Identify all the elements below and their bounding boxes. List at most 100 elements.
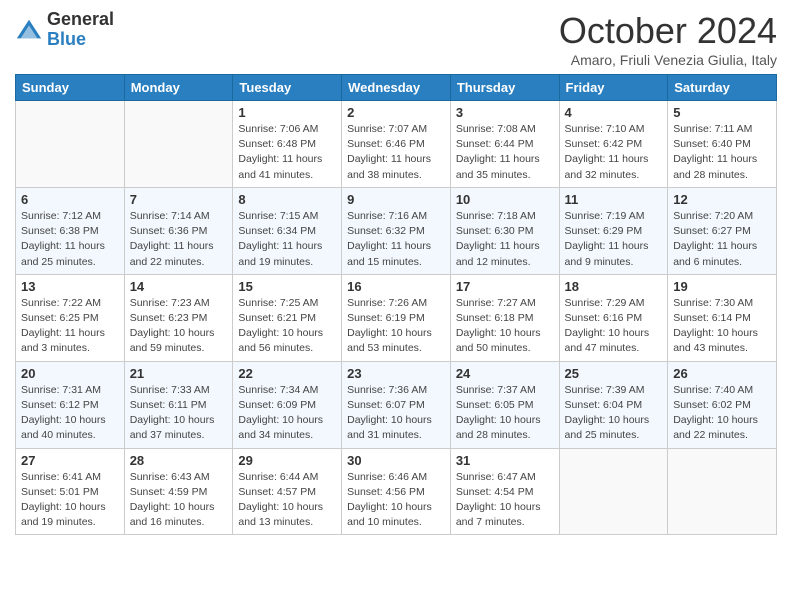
calendar-table: SundayMondayTuesdayWednesdayThursdayFrid… bbox=[15, 74, 777, 535]
column-header-sunday: Sunday bbox=[16, 75, 125, 101]
calendar-cell bbox=[668, 448, 777, 535]
calendar-cell: 6Sunrise: 7:12 AMSunset: 6:38 PMDaylight… bbox=[16, 187, 125, 274]
week-row-1: 1 Sunrise: 7:06 AMSunset: 6:48 PMDaylight… bbox=[16, 101, 777, 188]
calendar-cell: 24Sunrise: 7:37 AMSunset: 6:05 PMDayligh… bbox=[450, 361, 559, 448]
month-title: October 2024 bbox=[559, 10, 777, 52]
calendar-cell: 9Sunrise: 7:16 AMSunset: 6:32 PMDaylight… bbox=[342, 187, 451, 274]
calendar-cell: 31 Sunrise: 6:47 AMSunset: 4:54 PMDayligh… bbox=[450, 448, 559, 535]
calendar-body: 1 Sunrise: 7:06 AMSunset: 6:48 PMDaylight… bbox=[16, 101, 777, 535]
logo-icon bbox=[15, 16, 43, 44]
calendar-cell bbox=[559, 448, 668, 535]
page-header: General Blue October 2024 Amaro, Friuli … bbox=[15, 10, 777, 68]
calendar-cell: 5 Sunrise: 7:11 AMSunset: 6:40 PMDaylight… bbox=[668, 101, 777, 188]
calendar-cell: 28Sunrise: 6:43 AMSunset: 4:59 PMDayligh… bbox=[124, 448, 233, 535]
column-header-friday: Friday bbox=[559, 75, 668, 101]
day-number: 2 bbox=[347, 105, 445, 120]
subtitle: Amaro, Friuli Venezia Giulia, Italy bbox=[559, 52, 777, 68]
calendar-cell: 2 Sunrise: 7:07 AMSunset: 6:46 PMDaylight… bbox=[342, 101, 451, 188]
calendar-cell: 10Sunrise: 7:18 AMSunset: 6:30 PMDayligh… bbox=[450, 187, 559, 274]
day-info: Sunrise: 7:22 AMSunset: 6:25 PMDaylight:… bbox=[21, 296, 119, 357]
week-row-2: 6Sunrise: 7:12 AMSunset: 6:38 PMDaylight… bbox=[16, 187, 777, 274]
day-number: 4 bbox=[565, 105, 663, 120]
calendar-cell: 7 Sunrise: 7:14 AMSunset: 6:36 PMDaylight… bbox=[124, 187, 233, 274]
day-number: 18 bbox=[565, 279, 663, 294]
week-row-3: 13 Sunrise: 7:22 AMSunset: 6:25 PMDayligh… bbox=[16, 274, 777, 361]
day-number: 30 bbox=[347, 453, 445, 468]
calendar-header-row: SundayMondayTuesdayWednesdayThursdayFrid… bbox=[16, 75, 777, 101]
day-info: Sunrise: 7:11 AMSunset: 6:40 PMDaylight:… bbox=[673, 122, 771, 183]
day-number: 7 bbox=[130, 192, 228, 207]
calendar-cell: 1 Sunrise: 7:06 AMSunset: 6:48 PMDaylight… bbox=[233, 101, 342, 188]
day-info: Sunrise: 6:43 AMSunset: 4:59 PMDaylight:… bbox=[130, 470, 228, 531]
calendar-cell: 21 Sunrise: 7:33 AMSunset: 6:11 PMDayligh… bbox=[124, 361, 233, 448]
day-info: Sunrise: 7:27 AMSunset: 6:18 PMDaylight:… bbox=[456, 296, 554, 357]
day-number: 19 bbox=[673, 279, 771, 294]
day-number: 27 bbox=[21, 453, 119, 468]
calendar-cell: 29 Sunrise: 6:44 AMSunset: 4:57 PMDayligh… bbox=[233, 448, 342, 535]
day-info: Sunrise: 7:18 AMSunset: 6:30 PMDaylight:… bbox=[456, 209, 554, 270]
calendar-cell: 17 Sunrise: 7:27 AMSunset: 6:18 PMDayligh… bbox=[450, 274, 559, 361]
day-info: Sunrise: 7:06 AMSunset: 6:48 PMDaylight:… bbox=[238, 122, 336, 183]
column-header-monday: Monday bbox=[124, 75, 233, 101]
calendar-cell bbox=[124, 101, 233, 188]
day-number: 31 bbox=[456, 453, 554, 468]
column-header-wednesday: Wednesday bbox=[342, 75, 451, 101]
title-block: October 2024 Amaro, Friuli Venezia Giuli… bbox=[559, 10, 777, 68]
day-info: Sunrise: 7:23 AMSunset: 6:23 PMDaylight:… bbox=[130, 296, 228, 357]
day-number: 29 bbox=[238, 453, 336, 468]
day-info: Sunrise: 7:19 AMSunset: 6:29 PMDaylight:… bbox=[565, 209, 663, 270]
column-header-tuesday: Tuesday bbox=[233, 75, 342, 101]
calendar-cell: 8Sunrise: 7:15 AMSunset: 6:34 PMDaylight… bbox=[233, 187, 342, 274]
day-number: 21 bbox=[130, 366, 228, 381]
day-number: 13 bbox=[21, 279, 119, 294]
day-number: 1 bbox=[238, 105, 336, 120]
calendar-cell: 27 Sunrise: 6:41 AMSunset: 5:01 PMDayligh… bbox=[16, 448, 125, 535]
calendar-cell: 18 Sunrise: 7:29 AMSunset: 6:16 PMDayligh… bbox=[559, 274, 668, 361]
day-info: Sunrise: 7:20 AMSunset: 6:27 PMDaylight:… bbox=[673, 209, 771, 270]
logo: General Blue bbox=[15, 10, 114, 50]
day-info: Sunrise: 7:12 AMSunset: 6:38 PMDaylight:… bbox=[21, 209, 119, 270]
calendar-cell: 4 Sunrise: 7:10 AMSunset: 6:42 PMDaylight… bbox=[559, 101, 668, 188]
calendar-cell: 13 Sunrise: 7:22 AMSunset: 6:25 PMDayligh… bbox=[16, 274, 125, 361]
column-header-saturday: Saturday bbox=[668, 75, 777, 101]
day-info: Sunrise: 7:16 AMSunset: 6:32 PMDaylight:… bbox=[347, 209, 445, 270]
day-info: Sunrise: 7:07 AMSunset: 6:46 PMDaylight:… bbox=[347, 122, 445, 183]
day-number: 26 bbox=[673, 366, 771, 381]
day-number: 11 bbox=[565, 192, 663, 207]
day-info: Sunrise: 7:33 AMSunset: 6:11 PMDaylight:… bbox=[130, 383, 228, 444]
day-number: 22 bbox=[238, 366, 336, 381]
day-number: 16 bbox=[347, 279, 445, 294]
day-info: Sunrise: 6:44 AMSunset: 4:57 PMDaylight:… bbox=[238, 470, 336, 531]
calendar-cell: 14 Sunrise: 7:23 AMSunset: 6:23 PMDayligh… bbox=[124, 274, 233, 361]
day-number: 25 bbox=[565, 366, 663, 381]
day-info: Sunrise: 7:29 AMSunset: 6:16 PMDaylight:… bbox=[565, 296, 663, 357]
day-info: Sunrise: 7:36 AMSunset: 6:07 PMDaylight:… bbox=[347, 383, 445, 444]
day-info: Sunrise: 7:31 AMSunset: 6:12 PMDaylight:… bbox=[21, 383, 119, 444]
day-number: 23 bbox=[347, 366, 445, 381]
calendar-cell: 11 Sunrise: 7:19 AMSunset: 6:29 PMDayligh… bbox=[559, 187, 668, 274]
day-info: Sunrise: 7:39 AMSunset: 6:04 PMDaylight:… bbox=[565, 383, 663, 444]
day-number: 3 bbox=[456, 105, 554, 120]
calendar-cell: 19 Sunrise: 7:30 AMSunset: 6:14 PMDayligh… bbox=[668, 274, 777, 361]
calendar-cell: 12Sunrise: 7:20 AMSunset: 6:27 PMDayligh… bbox=[668, 187, 777, 274]
week-row-4: 20Sunrise: 7:31 AMSunset: 6:12 PMDayligh… bbox=[16, 361, 777, 448]
calendar-cell: 3Sunrise: 7:08 AMSunset: 6:44 PMDaylight… bbox=[450, 101, 559, 188]
day-number: 14 bbox=[130, 279, 228, 294]
calendar-cell: 15 Sunrise: 7:25 AMSunset: 6:21 PMDayligh… bbox=[233, 274, 342, 361]
day-info: Sunrise: 7:10 AMSunset: 6:42 PMDaylight:… bbox=[565, 122, 663, 183]
calendar-cell: 16Sunrise: 7:26 AMSunset: 6:19 PMDayligh… bbox=[342, 274, 451, 361]
day-number: 5 bbox=[673, 105, 771, 120]
column-header-thursday: Thursday bbox=[450, 75, 559, 101]
day-number: 17 bbox=[456, 279, 554, 294]
day-info: Sunrise: 7:14 AMSunset: 6:36 PMDaylight:… bbox=[130, 209, 228, 270]
day-number: 15 bbox=[238, 279, 336, 294]
day-info: Sunrise: 7:40 AMSunset: 6:02 PMDaylight:… bbox=[673, 383, 771, 444]
day-info: Sunrise: 7:34 AMSunset: 6:09 PMDaylight:… bbox=[238, 383, 336, 444]
calendar-cell: 23 Sunrise: 7:36 AMSunset: 6:07 PMDayligh… bbox=[342, 361, 451, 448]
day-info: Sunrise: 6:46 AMSunset: 4:56 PMDaylight:… bbox=[347, 470, 445, 531]
calendar-cell: 22 Sunrise: 7:34 AMSunset: 6:09 PMDayligh… bbox=[233, 361, 342, 448]
day-info: Sunrise: 6:41 AMSunset: 5:01 PMDaylight:… bbox=[21, 470, 119, 531]
day-info: Sunrise: 7:25 AMSunset: 6:21 PMDaylight:… bbox=[238, 296, 336, 357]
day-info: Sunrise: 7:30 AMSunset: 6:14 PMDaylight:… bbox=[673, 296, 771, 357]
day-info: Sunrise: 6:47 AMSunset: 4:54 PMDaylight:… bbox=[456, 470, 554, 531]
